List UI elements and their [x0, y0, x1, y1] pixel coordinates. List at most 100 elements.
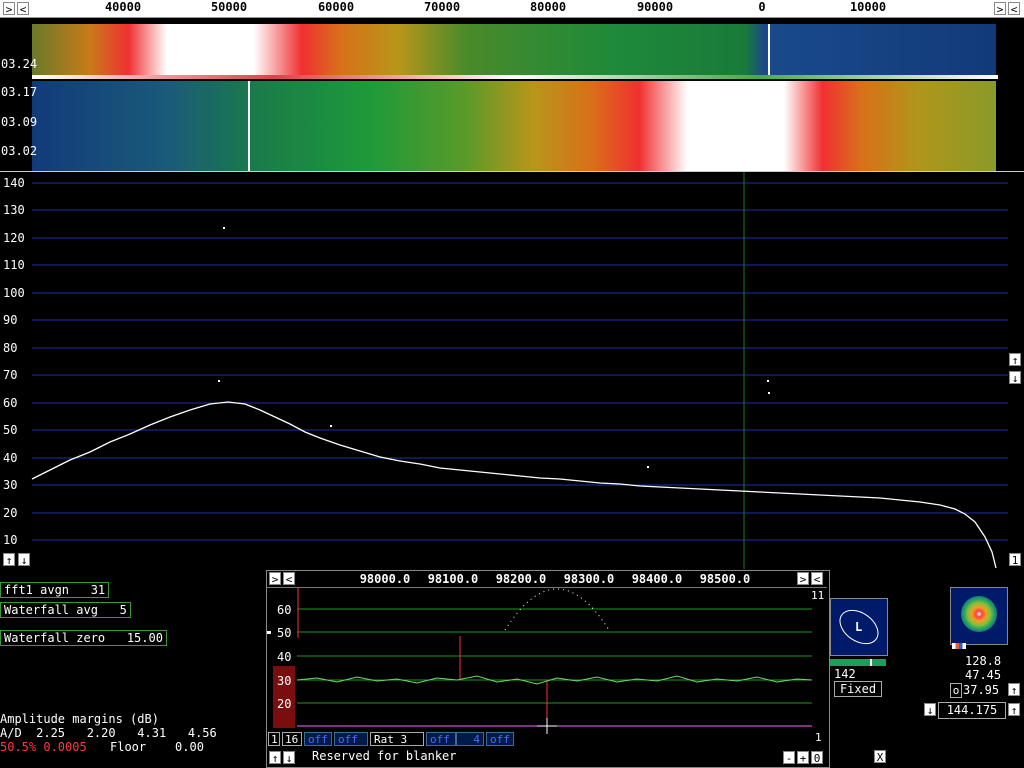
waterfall-marker: [768, 24, 770, 76]
level-tick: [267, 631, 271, 634]
meter-value-3: 37.95: [963, 683, 1000, 697]
waterfall-time-label: 03.24: [1, 57, 38, 71]
scroll-right-icon[interactable]: >: [269, 572, 281, 586]
waterfall-time-label: 03.02: [1, 144, 38, 158]
zoom-left-icon[interactable]: <: [811, 572, 823, 586]
spectrum-y-label: 120: [3, 231, 25, 245]
waterfall-display[interactable]: 03.24 03.17 03.09 03.02: [0, 18, 1024, 171]
polarization-level-marker: [870, 659, 872, 666]
freq-tick-label: 70000: [423, 0, 461, 14]
waterfall-time-label: 03.17: [1, 85, 38, 99]
baseband-freq-label: 98000.0: [359, 572, 411, 586]
offset-button[interactable]: o: [950, 683, 962, 698]
polarization-letter: L: [855, 620, 863, 634]
spectrum-y-label: 20: [3, 506, 18, 520]
spectrum-y-label: 70: [3, 368, 18, 382]
scroll-left-icon[interactable]: <: [283, 572, 295, 586]
arrow-down-icon[interactable]: ↓: [924, 703, 936, 717]
spectrum-y-label: 50: [3, 423, 18, 437]
spectrum-y-label: 10: [3, 533, 18, 547]
waterfall-zero-field[interactable]: Waterfall zero 15.00: [0, 630, 167, 646]
baseband-freq-label: 98300.0: [563, 572, 615, 586]
waterfall-upper-band: [32, 24, 996, 76]
spectrum-plot: [31, 172, 1008, 569]
spectrum-y-label: 90: [3, 313, 18, 327]
scroll-left-icon[interactable]: <: [17, 2, 29, 16]
baseband-freq-label: 98200.0: [495, 572, 547, 586]
freq-tick-label: 0: [758, 0, 766, 14]
baseband-y-label: 30: [277, 674, 292, 688]
meter-value-1: 128.8: [965, 654, 1002, 668]
plus-icon[interactable]: +: [797, 751, 809, 765]
arrow-up-icon[interactable]: ↑: [1008, 703, 1020, 717]
waterfall-avg-field[interactable]: Waterfall avg 5: [0, 602, 131, 618]
baseband-freq-label: 98400.0: [631, 572, 683, 586]
freq-tick-label: 90000: [636, 0, 674, 14]
arrow-up-icon[interactable]: ↑: [269, 751, 281, 765]
coherent-off-button[interactable]: off: [426, 732, 456, 746]
blanker-status: Reserved for blanker: [312, 749, 457, 763]
filter-off-button[interactable]: off: [334, 732, 368, 746]
freq-tick-label: 40000: [104, 0, 142, 14]
waterfall-separator: [32, 75, 998, 79]
bandwidth-button[interactable]: 16: [282, 732, 302, 746]
signal-scatter-display[interactable]: [950, 587, 1008, 645]
baseband-y-label: 40: [277, 650, 292, 664]
baseband-window[interactable]: > < 98000.0 98100.0 98200.0 98300.0 9840…: [266, 570, 830, 768]
waterfall-time-label: 03.09: [1, 115, 38, 129]
baseband-bottom-right: 1: [815, 731, 822, 744]
freq-tick-label: 10000: [849, 0, 887, 14]
zoom-right-icon[interactable]: >: [994, 2, 1006, 16]
zoom-left-icon[interactable]: <: [1008, 2, 1020, 16]
delay-off-button[interactable]: off: [486, 732, 514, 746]
freq-tick-label: 80000: [529, 0, 567, 14]
spectrum-right-indicator[interactable]: 1: [1009, 553, 1021, 567]
arrow-down-icon[interactable]: ↓: [283, 751, 295, 765]
baseband-plot: [296, 588, 813, 734]
spectrum-y-label: 30: [3, 478, 18, 492]
zero-icon[interactable]: 0: [811, 751, 823, 765]
amplitude-percent: 50.5% 0.0005: [0, 740, 87, 754]
fft1-avgn-field[interactable]: fft1 avgn 31: [0, 582, 110, 598]
zoom-right-icon[interactable]: >: [797, 572, 809, 586]
spectrum-y-label: 60: [3, 396, 18, 410]
amplitude-ad-values: A/D 2.25 2.20 4.31 4.56: [0, 726, 217, 740]
scroll-right-icon[interactable]: >: [3, 2, 15, 16]
baseband-axis-bar: > < 98000.0 98100.0 98200.0 98300.0 9840…: [267, 571, 827, 588]
spectrum-y-label: 100: [3, 286, 25, 300]
mode-value-button[interactable]: 4: [456, 732, 484, 746]
close-icon[interactable]: X: [874, 750, 886, 764]
fixed-mode-button[interactable]: Fixed: [834, 681, 882, 697]
spectrum-y-label: 40: [3, 451, 18, 465]
spectrum-y-label: 130: [3, 203, 25, 217]
minus-icon[interactable]: -: [783, 751, 795, 765]
frequency-readout[interactable]: 144.175: [938, 702, 1006, 719]
baseband-freq-label: 98100.0: [427, 572, 479, 586]
spectrum-y-label: 140: [3, 176, 25, 190]
meter-value-2: 47.45: [965, 668, 1002, 682]
arrow-down-icon[interactable]: ↓: [18, 553, 30, 567]
polarization-value: 142: [834, 667, 856, 681]
freq-tick-label: 50000: [210, 0, 248, 14]
color-scale-bar: [952, 643, 966, 649]
baseband-freq-label: 98500.0: [699, 572, 751, 586]
amplitude-margins-title: Amplitude margins (dB): [0, 712, 159, 726]
spectrum-display[interactable]: 140 130 120 110 100 90 80 70 60 50 40 30…: [0, 171, 1024, 569]
freq-tick-label: 60000: [317, 0, 355, 14]
spectrum-y-label: 110: [3, 258, 25, 272]
arrow-up-icon[interactable]: ↑: [1008, 683, 1020, 697]
baseband-y-label: 50: [277, 626, 292, 640]
arrow-up-icon[interactable]: ↑: [3, 553, 15, 567]
polarization-level-bar: [830, 659, 886, 666]
waterfall-marker: [248, 81, 250, 171]
agc-off-button[interactable]: off: [304, 732, 332, 746]
baseband-y-label: 60: [277, 603, 292, 617]
scatter-blob: [961, 596, 997, 632]
rate-button[interactable]: Rat 3: [370, 732, 424, 746]
channel-button[interactable]: 1: [268, 732, 280, 746]
amplitude-floor: Floor 0.00: [110, 740, 204, 754]
arrow-up-icon[interactable]: ↑: [1009, 353, 1021, 367]
baseband-y-label: 20: [277, 697, 292, 711]
polarization-display[interactable]: L: [830, 598, 888, 656]
arrow-down-icon[interactable]: ↓: [1009, 371, 1021, 385]
